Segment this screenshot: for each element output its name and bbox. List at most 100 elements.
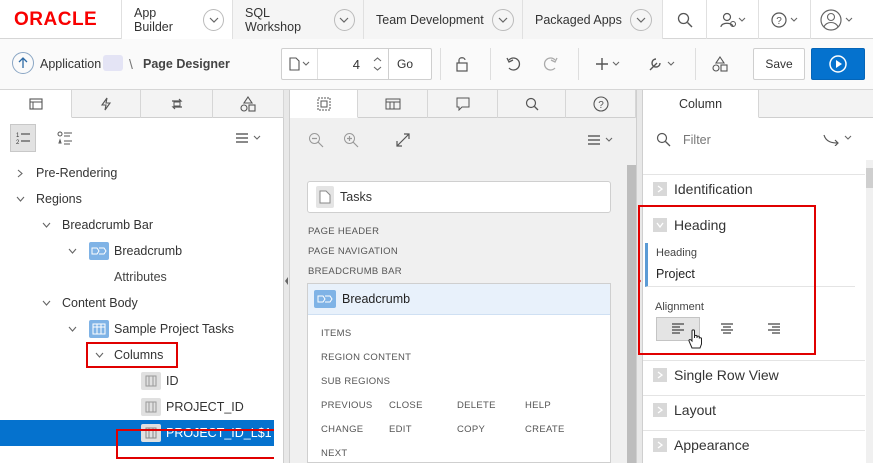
tree-node-breadcrumb[interactable]: Breadcrumb xyxy=(0,238,274,264)
section-page-header[interactable]: PAGE HEADER xyxy=(308,226,379,237)
tree-node-regions[interactable]: Regions xyxy=(0,186,274,212)
administration-icon[interactable] xyxy=(706,0,758,39)
go-button[interactable]: Go xyxy=(388,49,421,79)
search-icon[interactable] xyxy=(662,0,706,39)
property-scrollbar[interactable] xyxy=(866,160,873,463)
undo-icon[interactable] xyxy=(500,48,528,80)
redo-icon[interactable] xyxy=(536,48,564,80)
breadcrumb-region[interactable]: Breadcrumb ITEMS REGION CONTENT SUB REGI… xyxy=(307,283,611,463)
zoom-out-icon[interactable] xyxy=(308,132,324,151)
layout-menu-icon[interactable] xyxy=(587,134,615,149)
group-single-row-view[interactable]: Single Row View xyxy=(643,360,865,388)
tab-app-builder[interactable]: App Builder xyxy=(121,0,232,39)
group-appearance[interactable]: Appearance xyxy=(643,430,865,458)
zoom-in-icon[interactable] xyxy=(343,132,359,151)
expand-icon[interactable] xyxy=(395,132,411,151)
page-number-input[interactable]: 4 xyxy=(318,57,366,72)
go-to-group-icon[interactable] xyxy=(823,132,857,149)
create-menu-icon[interactable] xyxy=(590,48,626,80)
position-change[interactable]: CHANGE xyxy=(321,424,363,435)
position-previous[interactable]: PREVIOUS xyxy=(321,400,373,411)
left-pane: 12 Pre-Rendering Regions Breadcrumb Bar xyxy=(0,90,284,463)
chevron-down-icon[interactable] xyxy=(15,194,25,204)
chevron-down-icon[interactable] xyxy=(203,8,224,31)
page-icon[interactable] xyxy=(282,49,318,79)
group-label: Appearance xyxy=(674,437,750,453)
tab-help[interactable]: ? xyxy=(566,90,636,118)
run-page-button[interactable] xyxy=(811,48,865,80)
application-link[interactable]: Application xyxy=(40,57,101,71)
tab-packaged-apps[interactable]: Packaged Apps xyxy=(522,0,662,39)
filter-bar: Filter xyxy=(643,118,873,160)
chevron-down-icon[interactable] xyxy=(41,298,51,308)
tree-view-icon[interactable]: 12 xyxy=(10,124,36,152)
tree-node-id[interactable]: ID xyxy=(0,368,274,394)
group-layout[interactable]: Layout xyxy=(643,395,865,423)
tab-messages[interactable] xyxy=(428,90,498,118)
region-content-label[interactable]: REGION CONTENT xyxy=(321,352,411,363)
position-copy[interactable]: COPY xyxy=(457,424,485,435)
layout-toolbar xyxy=(290,118,638,160)
layout-scrollbar[interactable] xyxy=(627,165,636,463)
rendering-tree: Pre-Rendering Regions Breadcrumb Bar Bre… xyxy=(0,160,274,463)
group-identification[interactable]: Identification xyxy=(643,174,865,202)
shared-components-icon xyxy=(240,96,256,112)
page-stepper[interactable] xyxy=(366,49,388,79)
tree-node-breadcrumb-bar[interactable]: Breadcrumb Bar xyxy=(0,212,274,238)
section-breadcrumb-bar[interactable]: BREADCRUMB BAR xyxy=(308,266,402,277)
tree-node-project-id[interactable]: PROJECT_ID xyxy=(0,394,274,420)
tab-sql-workshop[interactable]: SQL Workshop xyxy=(232,0,363,39)
sub-regions-label[interactable]: SUB REGIONS xyxy=(321,376,390,387)
tab-dynamic-actions[interactable] xyxy=(72,90,141,118)
component-view-icon[interactable] xyxy=(52,124,78,152)
chevron-down-icon[interactable] xyxy=(491,8,514,31)
tab-gallery[interactable] xyxy=(358,90,428,118)
user-menu-icon[interactable] xyxy=(810,0,862,39)
tab-label: SQL Workshop xyxy=(245,5,302,34)
tab-team-development[interactable]: Team Development xyxy=(363,0,522,39)
tab-label: Packaged Apps xyxy=(535,12,622,27)
tab-grid-layout[interactable] xyxy=(290,90,358,118)
region-header[interactable]: Breadcrumb xyxy=(308,284,610,315)
highlight-box-selected-column xyxy=(116,429,274,459)
position-next[interactable]: NEXT xyxy=(321,448,348,459)
tree-node-content-body[interactable]: Content Body xyxy=(0,290,274,316)
tab-search[interactable] xyxy=(498,90,566,118)
tree-node-pre-rendering[interactable]: Pre-Rendering xyxy=(0,160,274,186)
position-help[interactable]: HELP xyxy=(525,400,551,411)
save-button[interactable]: Save xyxy=(753,48,805,80)
tree-menu-icon[interactable] xyxy=(232,124,266,152)
position-edit[interactable]: EDIT xyxy=(389,424,412,435)
lock-icon[interactable] xyxy=(448,48,476,80)
section-page-navigation[interactable]: PAGE NAVIGATION xyxy=(308,246,398,257)
tab-column[interactable]: Column xyxy=(643,90,759,118)
separator xyxy=(578,48,579,80)
utilities-wrench-icon[interactable] xyxy=(644,48,680,80)
filter-input[interactable]: Filter xyxy=(683,133,711,147)
page-box[interactable]: Tasks xyxy=(307,181,611,213)
region-items-label[interactable]: ITEMS xyxy=(321,328,352,339)
tab-shared-components[interactable] xyxy=(213,90,284,118)
tab-processing[interactable] xyxy=(141,90,213,118)
chevron-down-icon[interactable] xyxy=(41,220,51,230)
interactive-grid-icon xyxy=(89,320,109,338)
up-arrow-icon[interactable] xyxy=(12,52,34,74)
chevron-down-icon[interactable] xyxy=(67,324,77,334)
tab-rendering[interactable] xyxy=(0,90,72,118)
shared-components-icon[interactable] xyxy=(706,48,734,80)
chevron-right-icon[interactable] xyxy=(15,168,25,178)
chevron-down-icon[interactable] xyxy=(67,246,77,256)
help-icon[interactable]: ? xyxy=(758,0,810,39)
tree-node-label: Breadcrumb Bar xyxy=(62,218,154,232)
tree-node-sample-project-tasks[interactable]: Sample Project Tasks xyxy=(0,316,274,342)
position-create[interactable]: CREATE xyxy=(525,424,565,435)
separator xyxy=(440,48,441,80)
chevron-down-icon[interactable] xyxy=(629,8,652,31)
chevron-down-icon[interactable] xyxy=(333,8,355,31)
oracle-logo[interactable]: ORACLE xyxy=(0,0,121,39)
position-delete[interactable]: DELETE xyxy=(457,400,496,411)
application-id-badge[interactable] xyxy=(103,55,123,71)
middle-tabs: ? xyxy=(290,90,636,118)
position-close[interactable]: CLOSE xyxy=(389,400,423,411)
tree-node-attributes[interactable]: Attributes xyxy=(0,264,274,290)
